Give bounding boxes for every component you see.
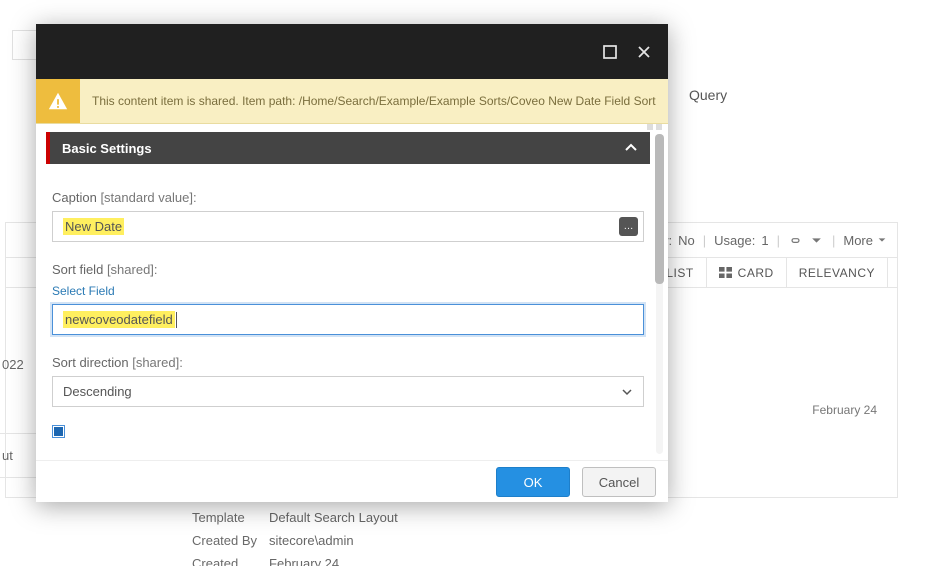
select-field-link-wrap: Select Field	[52, 283, 644, 298]
select-field-link[interactable]: Select Field	[52, 284, 115, 298]
meta-createdby-row: Created By sitecore\admin	[192, 530, 408, 551]
meta-created-label: Created	[192, 553, 267, 566]
caption-hint: [standard value]:	[100, 190, 196, 205]
query-label: Query	[689, 87, 727, 103]
warning-icon	[36, 79, 80, 123]
card-icon	[719, 267, 732, 278]
dialog-footer: OK Cancel	[36, 461, 668, 503]
result-date: February 24	[812, 403, 877, 417]
more-button[interactable]: More	[843, 233, 887, 248]
enable-checkbox-row[interactable]	[52, 425, 644, 438]
close-button[interactable]	[632, 40, 656, 64]
caption-label: Caption [standard value]:	[52, 190, 644, 205]
section-title: Basic Settings	[62, 141, 152, 156]
meta-createdby-value: sitecore\admin	[269, 530, 408, 551]
left-rail-ut: ut	[0, 433, 38, 478]
cancel-button[interactable]: Cancel	[582, 467, 656, 497]
meta-template-value: Default Search Layout	[269, 507, 408, 528]
caption-browse-icon[interactable]: …	[619, 217, 638, 236]
caption-label-text: Caption	[52, 190, 97, 205]
meta-createdby-label: Created By	[192, 530, 267, 551]
view-relevancy-label: RELEVANCY	[799, 266, 875, 280]
caption-value: New Date	[63, 218, 124, 235]
sortdir-select[interactable]: Descending	[52, 376, 644, 407]
separator: |	[701, 233, 708, 248]
left-rail: 022 ut	[0, 345, 38, 478]
text-caret	[176, 312, 177, 328]
ok-button[interactable]: OK	[496, 467, 570, 497]
scrollbar-thumb[interactable]	[655, 134, 664, 284]
dialog-scrollbar[interactable]	[653, 134, 666, 454]
dialog-titlebar	[36, 24, 668, 79]
sortfield-value: newcoveodatefield	[63, 311, 175, 328]
sortdir-hint: [shared]:	[132, 355, 183, 370]
checkbox-icon[interactable]	[52, 425, 65, 438]
separator: |	[830, 233, 837, 248]
usage-value: 1	[761, 233, 768, 248]
view-card-button[interactable]: CARD	[706, 258, 786, 287]
view-card-label: CARD	[738, 266, 774, 280]
sortfield-label-text: Sort field	[52, 262, 103, 277]
spacer	[887, 258, 897, 287]
sortdir-value: Descending	[63, 384, 132, 399]
maximize-button[interactable]	[598, 40, 622, 64]
item-metadata: Template Default Search Layout Created B…	[190, 505, 410, 566]
caption-input[interactable]: New Date …	[52, 211, 644, 242]
meta-template-label: Template	[192, 507, 267, 528]
basic-settings-header[interactable]: Basic Settings	[46, 132, 650, 164]
view-relevancy-button[interactable]: RELEVANCY	[786, 258, 887, 287]
warning-text: This content item is shared. Item path: …	[80, 94, 668, 108]
dialog-scroll-area: Basic Settings Caption [standard value]:…	[46, 132, 650, 460]
sortfield-input[interactable]: newcoveodatefield	[52, 304, 644, 335]
chevron-up-icon	[624, 141, 638, 155]
sortfield-label: Sort field [shared]:	[52, 262, 644, 277]
view-list-label: LIST	[666, 266, 693, 280]
shared-item-warning: This content item is shared. Item path: …	[36, 79, 668, 124]
usage-label: Usage:	[714, 233, 755, 248]
raw-value: No	[678, 233, 695, 248]
link-icon[interactable]	[788, 234, 803, 247]
more-label: More	[843, 233, 873, 248]
sortfield-hint: [shared]:	[107, 262, 158, 277]
chevron-down-icon	[621, 386, 633, 398]
edit-item-dialog: This content item is shared. Item path: …	[36, 24, 668, 502]
separator: |	[775, 233, 782, 248]
sortdir-label: Sort direction [shared]:	[52, 355, 644, 370]
meta-created-row: Created February 24	[192, 553, 408, 566]
tab-indicator	[647, 124, 662, 130]
sortdir-label-text: Sort direction	[52, 355, 129, 370]
caret-down-icon[interactable]	[809, 234, 824, 247]
meta-created-value: February 24	[269, 553, 408, 566]
dialog-body: Basic Settings Caption [standard value]:…	[36, 124, 668, 461]
meta-template-row: Template Default Search Layout	[192, 507, 408, 528]
basic-settings-body: Caption [standard value]: New Date … Sor…	[46, 164, 650, 438]
left-rail-year: 022	[0, 345, 38, 383]
